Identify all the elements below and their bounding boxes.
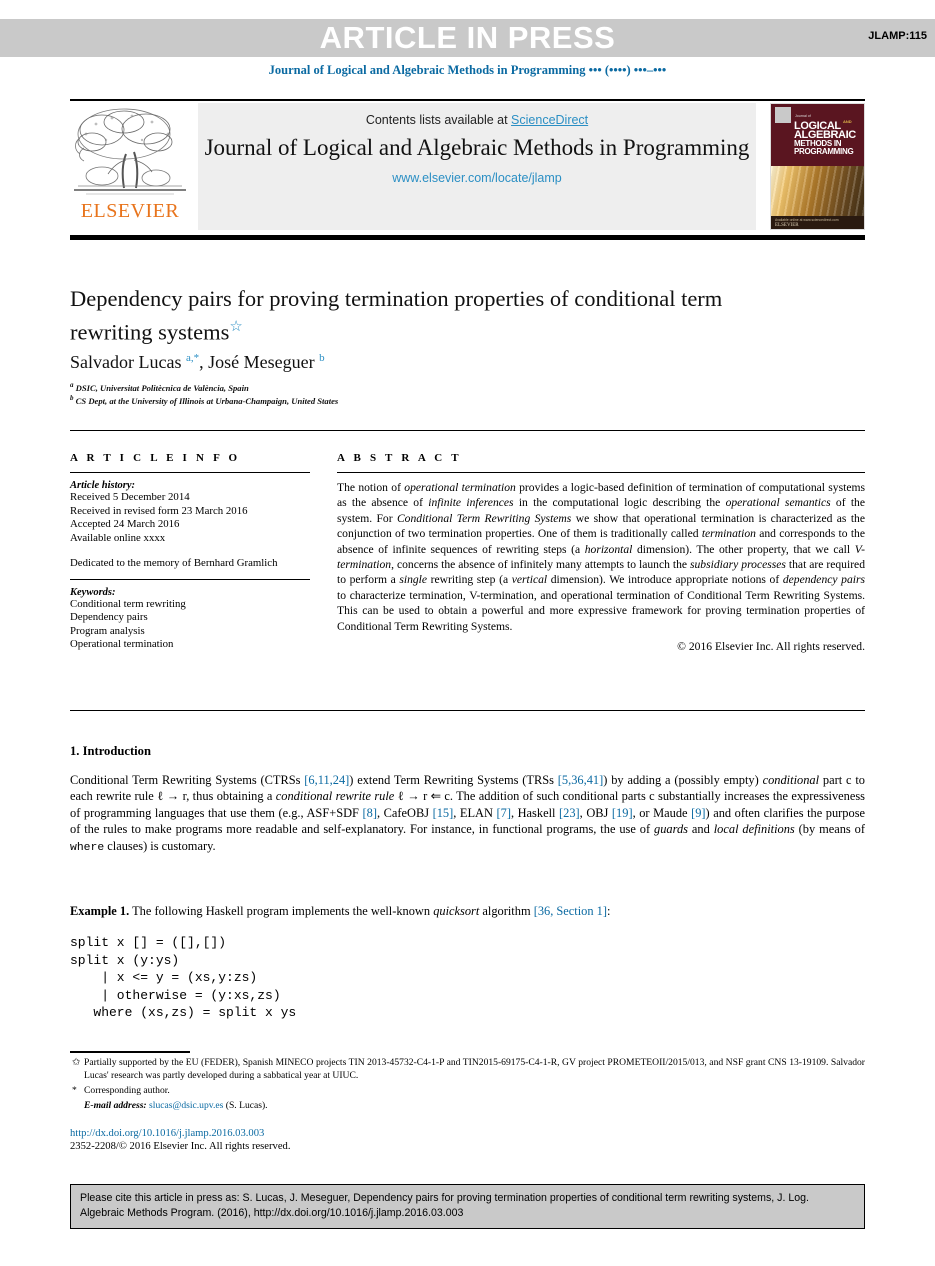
contents-prefix: Contents lists available at bbox=[365, 113, 512, 127]
article-page: ARTICLE IN PRESS JLAMP:115 Journal of Lo… bbox=[0, 0, 935, 1266]
cover-top-panel: Journal of LOGICAL AND ALGEBRAIC METHODS… bbox=[771, 104, 864, 166]
footnote-rule bbox=[70, 1051, 190, 1053]
section-title-introduction: 1. Introduction bbox=[70, 744, 151, 758]
masthead-center: Contents lists available at ScienceDirec… bbox=[198, 103, 756, 230]
doi-link[interactable]: http://dx.doi.org/10.1016/j.jlamp.2016.0… bbox=[70, 1128, 264, 1139]
abstract-copyright: © 2016 Elsevier Inc. All rights reserved… bbox=[677, 640, 865, 654]
author-list: Salvador Lucas a,*, José Meseguer b bbox=[70, 352, 325, 372]
cover-line-4: PROGRAMMING bbox=[794, 147, 854, 156]
info-section-top-rule bbox=[70, 430, 865, 431]
page-title-text: Dependency pairs for proving termination… bbox=[70, 286, 723, 345]
footnotes-block: ✩ Partially supported by the EU (FEDER),… bbox=[70, 1057, 865, 1112]
affiliation-a-mark: a bbox=[70, 381, 74, 389]
email-label: E-mail address: bbox=[84, 1099, 147, 1111]
keyword-3: Operational termination bbox=[70, 638, 174, 650]
journal-cover-thumbnail: Journal of LOGICAL AND ALGEBRAIC METHODS… bbox=[770, 103, 865, 230]
article-info-column: A R T I C L E I N F O Article history: R… bbox=[70, 452, 310, 652]
affiliation-a-text: DSIC, Universitat Politècnica de Valènci… bbox=[75, 382, 249, 393]
intro-paragraph: Conditional Term Rewriting Systems (CTRS… bbox=[70, 773, 866, 854]
cover-artwork bbox=[771, 166, 864, 216]
cover-bottom-panel: Available online at www.sciencedirect.co… bbox=[771, 216, 864, 229]
example-1-paragraph: Example 1. The following Haskell program… bbox=[70, 904, 611, 918]
article-info-rule bbox=[70, 472, 310, 473]
keyword-0: Conditional term rewriting bbox=[70, 597, 186, 610]
elsevier-wordmark: ELSEVIER bbox=[80, 200, 180, 222]
email-suffix: (S. Lucas). bbox=[225, 1099, 268, 1111]
abstract-bottom-rule bbox=[70, 710, 865, 711]
footnote-funding-text: Partially supported by the EU (FEDER), S… bbox=[84, 1057, 865, 1081]
cite-this-article-box: Please cite this article in press as: S.… bbox=[70, 1184, 865, 1229]
footnote-funding-mark: ✩ bbox=[72, 1057, 81, 1068]
affiliation-a: a DSIC, Universitat Politècnica de Valèn… bbox=[70, 381, 770, 393]
cover-bottom-text: Available online at www.sciencedirect.co… bbox=[775, 218, 839, 222]
footnote-corresponding-text: Corresponding author. bbox=[84, 1085, 170, 1097]
running-head: Journal of Logical and Algebraic Methods… bbox=[268, 63, 667, 77]
sciencedirect-link[interactable]: ScienceDirect bbox=[511, 113, 588, 127]
journal-title: Journal of Logical and Algebraic Methods… bbox=[204, 135, 750, 160]
masthead-bottom-rule bbox=[70, 235, 865, 240]
article-history-0: Received 5 December 2014 bbox=[70, 491, 190, 503]
article-in-press-label: ARTICLE IN PRESS bbox=[319, 20, 616, 55]
footnote-corresponding-mark: * bbox=[72, 1085, 77, 1097]
footnote-funding: ✩ Partially supported by the EU (FEDER),… bbox=[70, 1057, 865, 1082]
journal-masthead: ELSEVIER Contents lists available at Sci… bbox=[70, 100, 865, 233]
elsevier-tree-icon bbox=[72, 104, 188, 200]
keywords-label: Keywords: bbox=[70, 586, 116, 598]
page-title: Dependency pairs for proving termination… bbox=[70, 284, 770, 347]
elsevier-logo: ELSEVIER bbox=[70, 104, 190, 230]
keywords-rule bbox=[70, 578, 310, 580]
email-link[interactable]: slucas@dsic.upv.es bbox=[149, 1100, 223, 1111]
cover-elsevier-mark-icon bbox=[775, 107, 791, 123]
keyword-1: Dependency pairs bbox=[70, 611, 148, 623]
article-history-1: Received in revised form 23 March 2016 bbox=[70, 504, 248, 517]
footnote-corresponding: * Corresponding author. bbox=[70, 1085, 865, 1098]
cover-subtitle: Journal of bbox=[795, 114, 811, 118]
dedication: Dedicated to the memory of Bernhard Gram… bbox=[70, 557, 278, 569]
abstract-heading: A B S T R A C T bbox=[337, 452, 462, 464]
jlamp-number: JLAMP:115 bbox=[868, 30, 927, 42]
affiliation-b-mark: b bbox=[70, 394, 74, 402]
affiliation-b: b CS Dept, at the University of Illinois… bbox=[70, 394, 770, 406]
contents-available-line: Contents lists available at ScienceDirec… bbox=[198, 113, 756, 127]
article-history-3: Available online xxxx bbox=[70, 531, 166, 544]
title-footnote-mark: ☆ bbox=[229, 319, 243, 335]
abstract-text: The notion of operational termination pr… bbox=[337, 481, 866, 633]
article-history-label: Article history: bbox=[70, 480, 136, 491]
abstract-rule bbox=[337, 472, 865, 473]
article-history-2: Accepted 24 March 2016 bbox=[70, 518, 180, 530]
article-info-heading: A R T I C L E I N F O bbox=[70, 452, 241, 464]
issn-copyright: 2352-2208/© 2016 Elsevier Inc. All right… bbox=[70, 1141, 291, 1152]
abstract-column: A B S T R A C T The notion of operationa… bbox=[337, 452, 865, 653]
haskell-code-block: split x [] = ([],[]) split x (y:ys) | x … bbox=[70, 935, 297, 1021]
cite-this-article-text: Please cite this article in press as: S.… bbox=[80, 1192, 809, 1219]
footnote-email-line: E-mail address: slucas@dsic.upv.es (S. L… bbox=[70, 1100, 865, 1113]
cover-bottom-brand: ELSEVIER bbox=[775, 223, 799, 228]
journal-url-link[interactable]: www.elsevier.com/locate/jlamp bbox=[198, 171, 756, 185]
cover-and-label: AND bbox=[843, 119, 852, 124]
affiliation-b-text: CS Dept, at the University of Illinois a… bbox=[75, 395, 339, 406]
keyword-2: Program analysis bbox=[70, 624, 145, 637]
